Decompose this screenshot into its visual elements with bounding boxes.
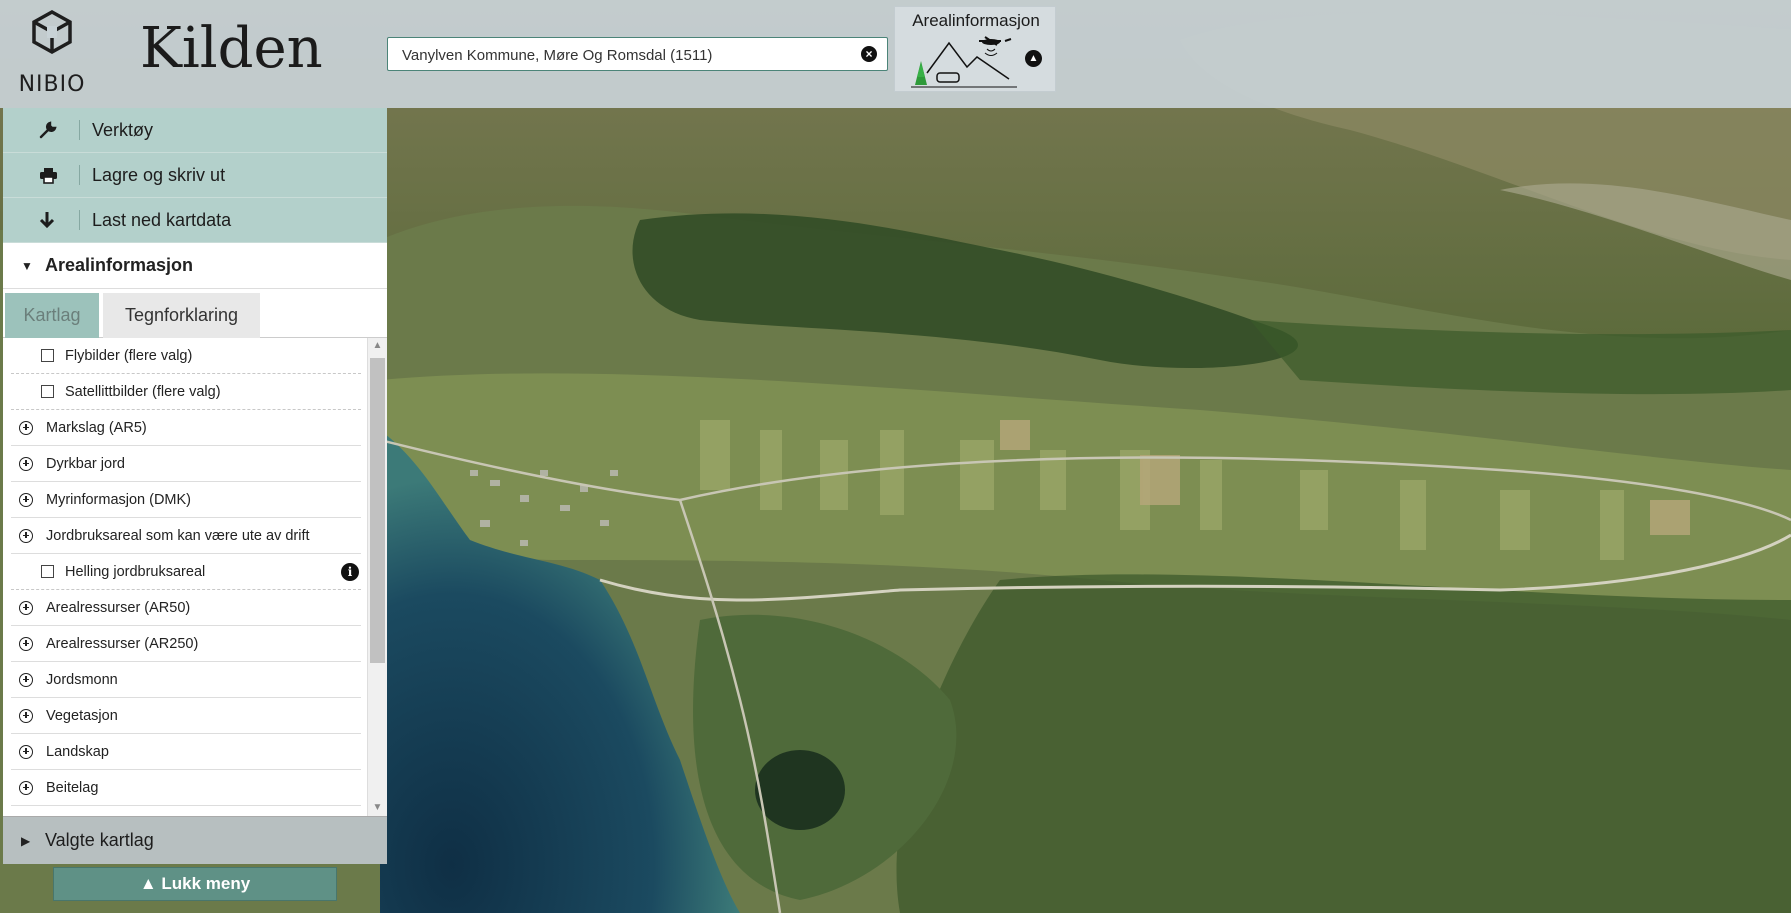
theme-illustration-icon: [911, 36, 1017, 88]
app-title: Kilden: [140, 16, 323, 81]
layer-list: Flybilder (flere valg) Satellittbilder (…: [3, 338, 387, 816]
expand-plus-icon[interactable]: [19, 456, 33, 471]
close-menu-button[interactable]: ▲ Lukk meny: [53, 867, 337, 901]
layer-label: Myrinformasjon (DMK): [46, 491, 192, 508]
nibio-logo[interactable]: NIBIO: [12, 8, 92, 98]
layer-group-jordsmonn[interactable]: Jordsmonn: [11, 662, 361, 698]
layer-label: Helling jordbruksareal: [65, 563, 206, 580]
tool-row-verktoy[interactable]: Verktøy: [3, 108, 387, 153]
search-box[interactable]: ×: [387, 37, 888, 72]
selected-layers-label: Valgte kartlag: [45, 830, 154, 850]
selected-layers-section[interactable]: ▶ Valgte kartlag: [3, 816, 387, 864]
tool-row-last-ned-kartdata[interactable]: Last ned kartdata: [3, 198, 387, 243]
tool-label: Lagre og skriv ut: [92, 164, 226, 185]
layer-label: Dyrkbar jord: [46, 455, 125, 472]
top-header: NIBIO Kilden × Arealinformasjon ▲: [0, 0, 1791, 108]
section-title: Arealinformasjon: [45, 255, 194, 275]
layer-label: Vegetasjon: [46, 707, 118, 724]
layer-group-jordbruksareal[interactable]: Jordbruksareal som kan være ute av drift: [11, 518, 361, 554]
chevron-up-icon[interactable]: ▲: [1025, 50, 1042, 67]
scrollbar-thumb[interactable]: [370, 358, 385, 663]
expand-plus-icon[interactable]: [19, 672, 33, 687]
layer-row-flybilder[interactable]: Flybilder (flere valg): [11, 338, 361, 374]
layer-group-vegetasjon[interactable]: Vegetasjon: [11, 698, 361, 734]
expand-plus-icon[interactable]: [19, 420, 33, 435]
layer-group-beitelag[interactable]: Beitelag: [11, 770, 361, 806]
checkbox[interactable]: [41, 385, 54, 398]
tool-label: Verktøy: [92, 119, 154, 140]
scroll-up-icon[interactable]: ▲: [368, 338, 387, 354]
section-arealinformasjon[interactable]: ▼ Arealinformasjon: [3, 243, 387, 289]
expand-plus-icon[interactable]: [19, 780, 33, 795]
theme-selector[interactable]: Arealinformasjon ▲: [894, 6, 1056, 92]
layer-group-landskap[interactable]: Landskap: [11, 734, 361, 770]
checkbox[interactable]: [41, 565, 54, 578]
checkbox[interactable]: [41, 349, 54, 362]
layer-label: Arealressurser (AR250): [46, 635, 199, 652]
info-icon[interactable]: i: [341, 563, 359, 581]
layer-label: Jordbruksareal som kan være ute av drift: [46, 527, 310, 544]
tab-kartlag[interactable]: Kartlag: [5, 293, 99, 338]
layer-group-ar50[interactable]: Arealressurser (AR50): [11, 590, 361, 626]
side-panel: Verktøy Lagre og skriv ut Last ned kartd…: [3, 108, 387, 866]
expand-plus-icon[interactable]: [19, 708, 33, 723]
logo-text: NIBIO: [18, 72, 86, 97]
layer-label: Markslag (AR5): [46, 419, 147, 436]
layer-label: Landskap: [46, 743, 109, 760]
expand-plus-icon[interactable]: [19, 528, 33, 543]
expand-plus-icon[interactable]: [19, 600, 33, 615]
search-input[interactable]: [400, 38, 844, 72]
layer-rows: Flybilder (flere valg) Satellittbilder (…: [3, 338, 363, 806]
expand-plus-icon[interactable]: [19, 744, 33, 759]
layer-row-satellittbilder[interactable]: Satellittbilder (flere valg): [11, 374, 361, 410]
layer-label: Satellittbilder (flere valg): [65, 383, 221, 400]
layer-list-scrollbar[interactable]: ▲ ▼: [367, 338, 387, 816]
layer-label: Beitelag: [46, 779, 99, 796]
layer-group-ar250[interactable]: Arealressurser (AR250): [11, 626, 361, 662]
wrench-icon: [39, 120, 80, 140]
scroll-down-icon[interactable]: ▼: [368, 800, 387, 816]
layer-label: Flybilder (flere valg): [65, 347, 193, 364]
nibio-logo-icon: [32, 9, 72, 55]
layer-row-helling-jordbruksareal[interactable]: Helling jordbruksareal i: [11, 554, 361, 590]
caret-right-icon: ▶: [21, 833, 31, 848]
layer-label: Jordsmonn: [46, 671, 118, 688]
expand-plus-icon[interactable]: [19, 636, 33, 651]
expand-plus-icon[interactable]: [19, 492, 33, 507]
clear-search-icon[interactable]: ×: [861, 46, 877, 62]
tool-row-lagre-og-skriv-ut[interactable]: Lagre og skriv ut: [3, 153, 387, 198]
layer-group-dyrkbar-jord[interactable]: Dyrkbar jord: [11, 446, 361, 482]
print-icon: [39, 165, 80, 185]
download-arrow-icon: [39, 210, 80, 230]
layer-group-myrinformasjon[interactable]: Myrinformasjon (DMK): [11, 482, 361, 518]
layer-tabs: Kartlag Tegnforklaring: [3, 289, 387, 338]
layer-group-markslag[interactable]: Markslag (AR5): [11, 410, 361, 446]
tool-label: Last ned kartdata: [92, 209, 232, 230]
tab-tegnforklaring[interactable]: Tegnforklaring: [103, 293, 260, 338]
caret-down-icon: ▼: [21, 258, 33, 273]
theme-title: Arealinformasjon: [912, 11, 1040, 30]
layer-label: Arealressurser (AR50): [46, 599, 191, 616]
